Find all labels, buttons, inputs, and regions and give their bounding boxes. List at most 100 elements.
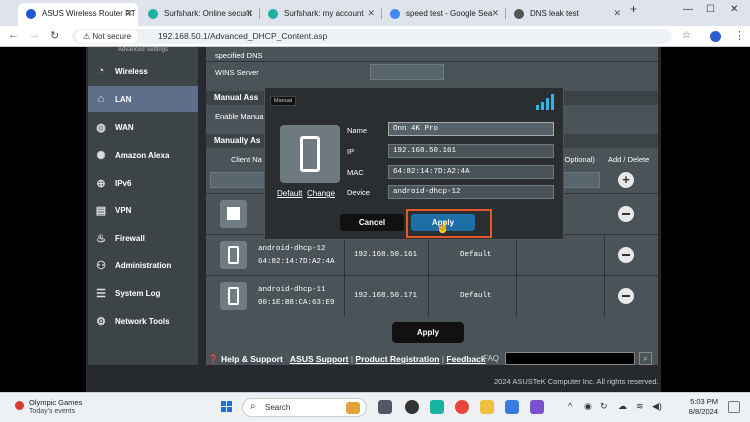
tab-asus-router[interactable]: ASUS Wireless Router RT ✕	[18, 3, 138, 26]
sidebar-item-wan[interactable]: ◍ WAN	[88, 114, 198, 140]
table-row: android-dhcp-12 64:82:14:7D:A2:4A 192.16…	[206, 234, 658, 275]
delete-client-button[interactable]	[618, 206, 634, 222]
client-name-column: Client Na	[231, 155, 262, 164]
sidebar-item-ipv6[interactable]: ⊕ IPv6	[88, 170, 198, 196]
wins-server-input[interactable]	[370, 64, 444, 80]
back-icon[interactable]: ←	[8, 29, 19, 41]
file-explorer-icon[interactable]	[480, 400, 494, 414]
mac-input[interactable]: 64:82:14:7D:A2:4A	[388, 165, 554, 179]
feedback-link[interactable]: Feedback	[446, 354, 485, 364]
sidebar-item-lan[interactable]: ⌂ LAN	[88, 86, 198, 112]
close-tab-icon[interactable]: ✕	[125, 3, 133, 24]
wifi-icon: ◔	[97, 65, 105, 77]
app-icon[interactable]	[530, 400, 544, 414]
windows-taskbar: Olympic Games Today's events ⌕ Search ^ …	[0, 392, 750, 422]
widget-title: Olympic Games	[29, 398, 83, 407]
system-clock[interactable]: 5:03 PM 8/8/2024	[676, 397, 718, 417]
tray-sync-icon[interactable]: ↻	[600, 401, 608, 412]
add-delete-column: Add / Delete	[608, 155, 650, 164]
copyright-text: 2024 ASUSTeK Computer Inc. All rights re…	[494, 377, 659, 386]
client-mac: 64:82:14:7D:A2:4A	[258, 258, 335, 266]
tab-surfshark-security[interactable]: Surfshark: Online securit ✕	[140, 3, 258, 26]
close-tab-icon[interactable]: ✕	[245, 3, 253, 24]
bookmark-star-icon[interactable]: ☆	[682, 30, 691, 41]
task-view-icon[interactable]	[378, 400, 392, 414]
search-placeholder: Search	[265, 403, 291, 412]
obs-icon[interactable]	[405, 400, 419, 414]
sidebar-item-administration[interactable]: ⚇ Administration	[88, 252, 198, 278]
default-link[interactable]: Default	[277, 189, 302, 198]
app-icon[interactable]	[505, 400, 519, 414]
optional-column: (Optional)	[562, 155, 595, 164]
router-sidebar: Advanced Settings ◔ Wireless ⌂ LAN ◍ WAN ✺ A…	[88, 47, 198, 365]
delete-client-button[interactable]	[618, 288, 634, 304]
sidebar-item-system-log[interactable]: ☰ System Log	[88, 280, 198, 306]
windows-start-icon[interactable]	[221, 401, 233, 413]
security-indicator[interactable]: ⚠ Not secure	[76, 30, 139, 43]
taskbar-search[interactable]: ⌕ Search	[242, 398, 367, 417]
tray-chevron-icon[interactable]: ^	[568, 401, 572, 411]
table-row: android-dhcp-11 00:1E:B8:CA:63:E9 192.16…	[206, 275, 658, 316]
phone-icon	[300, 136, 320, 172]
add-client-button[interactable]: +	[618, 172, 634, 188]
close-tab-icon[interactable]: ✕	[491, 3, 499, 24]
alexa-icon: ✺	[96, 149, 106, 162]
signal-bars-icon	[536, 94, 556, 110]
ip-input[interactable]: 192.168.50.161	[388, 144, 554, 158]
hand-cursor-icon: ☝	[436, 222, 450, 234]
product-registration-link[interactable]: Product Registration	[355, 354, 439, 364]
name-label: Name	[347, 126, 368, 135]
menu-kebab-icon[interactable]: ⋮	[734, 29, 745, 42]
surfshark-taskbar-icon[interactable]	[430, 400, 444, 414]
tab-surfshark-account[interactable]: Surfshark: my account ✕	[260, 3, 380, 26]
client-dns: Default	[460, 251, 492, 259]
wins-server-label: WINS Server	[215, 68, 259, 77]
faq-search-input[interactable]	[505, 352, 635, 365]
tab-dns-leak[interactable]: DNS leak test ✕	[506, 3, 626, 26]
clock-date: 8/8/2024	[688, 407, 718, 416]
sidebar-item-wireless[interactable]: ◔ Wireless	[88, 58, 198, 84]
sidebar-item-amazon-alexa[interactable]: ✺ Amazon Alexa	[88, 142, 198, 168]
close-window-icon[interactable]: ✕	[730, 4, 738, 15]
client-ip: 192.168.50.171	[354, 292, 418, 300]
wifi-tray-icon[interactable]: ≋	[636, 401, 644, 412]
notification-icon[interactable]	[728, 401, 740, 413]
maximize-icon[interactable]: ☐	[706, 4, 715, 15]
new-tab-button[interactable]: +	[630, 2, 637, 16]
close-tab-icon[interactable]: ✕	[613, 3, 621, 24]
dialog-tag: Manual	[270, 96, 297, 106]
windows-logo-icon	[227, 207, 240, 220]
sidebar-item-network-tools[interactable]: ⚙ Network Tools	[88, 308, 198, 334]
sidebar-item-firewall[interactable]: ♨ Firewall	[88, 225, 198, 251]
change-link[interactable]: Change	[307, 189, 335, 198]
name-input[interactable]: Onn 4K Pro	[388, 122, 554, 136]
url-field[interactable]: ⚠ Not secure 192.168.50.1/Advanced_DHCP_…	[72, 29, 672, 44]
asus-support-link[interactable]: ASUS Support	[290, 354, 349, 364]
forward-icon[interactable]: →	[29, 29, 40, 41]
device-input[interactable]: android-dhcp-12	[388, 185, 554, 199]
tab-speed-test[interactable]: speed test - Google Sea ✕	[382, 3, 504, 26]
minimize-icon[interactable]: —	[683, 4, 693, 15]
search-icon: ⌕	[250, 401, 256, 412]
delete-client-button[interactable]	[618, 247, 634, 263]
help-icon: ❓	[208, 354, 219, 364]
tray-app-icon[interactable]: ◉	[584, 401, 592, 412]
client-mac: 00:1E:B8:CA:63:E9	[258, 299, 335, 307]
help-support-label: Help & Support	[220, 354, 283, 364]
surfshark-favicon-icon	[148, 9, 158, 19]
enable-manual-label: Enable Manua	[215, 112, 264, 121]
ip-label: IP	[347, 147, 355, 156]
faq-search-button[interactable]: ⌕	[639, 352, 652, 365]
chrome-icon[interactable]	[455, 400, 469, 414]
mac-label: MAC	[347, 168, 364, 177]
apply-button[interactable]: Apply	[392, 322, 464, 343]
sidebar-item-vpn[interactable]: ▤ VPN	[88, 197, 198, 223]
cancel-button[interactable]: Cancel	[340, 214, 404, 231]
tray-cloud-icon[interactable]: ☁	[618, 401, 627, 412]
home-icon: ⌂	[97, 93, 105, 105]
reload-icon[interactable]: ↻	[50, 29, 59, 42]
widget-subtitle: Today's events	[29, 408, 76, 415]
close-tab-icon[interactable]: ✕	[367, 3, 375, 24]
volume-icon[interactable]: ◀)	[652, 401, 662, 412]
profile-avatar-icon[interactable]	[710, 31, 721, 42]
